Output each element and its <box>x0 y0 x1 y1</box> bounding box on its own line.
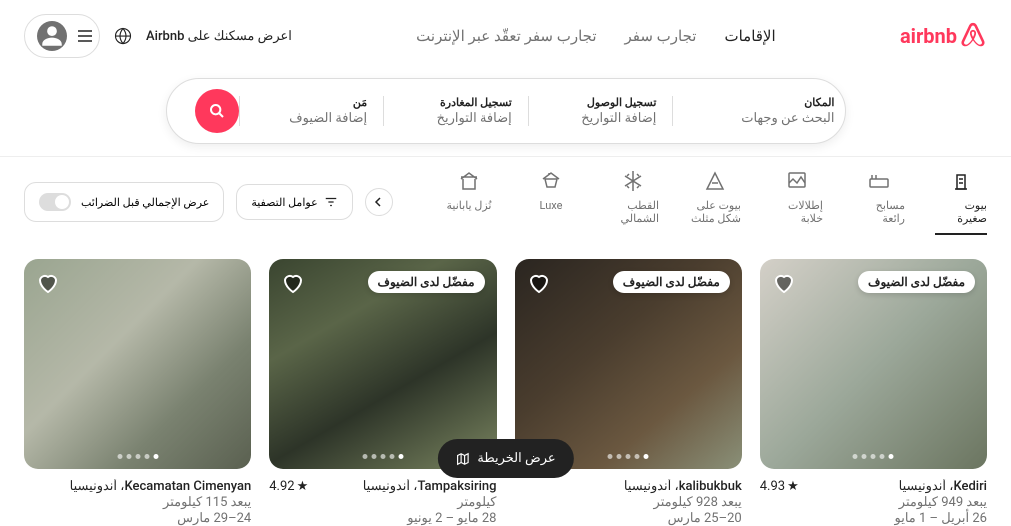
listing-card[interactable]: مفضّل لدى الضيوف kalibukbuk، أندونيسيا ي… <box>515 259 742 526</box>
listing-dates: 28 مايو – 2 يونيو <box>269 511 496 526</box>
search-icon <box>209 103 225 119</box>
cat-luxe[interactable]: Luxe <box>525 169 577 220</box>
listing-distance: يبعد 928 كيلومتر <box>515 495 742 510</box>
tab-stays[interactable]: الإقامات <box>724 27 775 45</box>
carousel-dots <box>362 454 403 459</box>
logo[interactable]: airbnb <box>900 22 987 50</box>
search-where[interactable]: المكان البحث عن وجهات <box>672 96 834 126</box>
search-checkin[interactable]: تسجيل الوصول إضافة التواريخ <box>528 96 673 126</box>
listing-image[interactable]: مفضّل لدى الضيوف <box>760 259 987 469</box>
listing-dates: 20–25 مارس <box>515 511 742 526</box>
globe-icon[interactable] <box>114 27 132 45</box>
heart-icon[interactable] <box>281 271 305 295</box>
host-link[interactable]: اعرض مسكنك على Airbnb <box>146 29 292 44</box>
tab-experiences[interactable]: تجارب سفر <box>625 27 697 45</box>
heart-icon[interactable] <box>36 271 60 295</box>
search-who[interactable]: مَن إضافة الضيوف <box>239 96 384 126</box>
search-button[interactable] <box>195 89 239 133</box>
menu-icon <box>77 28 93 44</box>
listing-card[interactable]: Kecamatan Cimenyan، أندونيسيا يبعد 115 ك… <box>24 259 251 526</box>
filters-button[interactable]: عوامل التصفية <box>236 184 352 220</box>
cat-views[interactable]: إطلالات خلابة <box>771 169 823 233</box>
listing-rating: ★ 4.92 <box>269 479 308 494</box>
cat-pools[interactable]: مسابح رائعة <box>853 169 905 233</box>
listing-image[interactable]: مفضّل لدى الضيوف <box>515 259 742 469</box>
guest-favorite-badge: مفضّل لدى الضيوف <box>858 271 975 293</box>
cat-arctic[interactable]: القطب الشمالي <box>607 169 659 233</box>
category-list: بيوت صغيرة مسابح رائعة إطلالات خلابة بيو… <box>405 169 987 235</box>
listings-grid: مفضّل لدى الضيوف Kediri، أندونيسيا ★ 4.93… <box>0 245 1011 526</box>
show-map-button[interactable]: عرض الخريطة <box>437 439 573 478</box>
listing-distance: يبعد 949 كيلومتر <box>760 495 987 510</box>
listing-image[interactable]: مفضّل لدى الضيوف <box>269 259 496 469</box>
cat-ryokan[interactable]: نُزل يابانية <box>443 169 495 220</box>
listing-card[interactable]: مفضّل لدى الضيوف Kediri، أندونيسيا ★ 4.93… <box>760 259 987 526</box>
cat-aframes[interactable]: بيوت على شكل مثلث <box>689 169 741 233</box>
listing-rating: ★ 4.93 <box>760 479 799 494</box>
listing-distance: كيلومتر <box>269 495 496 510</box>
profile-menu-button[interactable] <box>24 14 100 58</box>
carousel-dots <box>608 454 649 459</box>
heart-icon[interactable] <box>527 271 551 295</box>
carousel-dots <box>117 454 158 459</box>
nav-tabs: الإقامات تجارب سفر تجارب سفر تعقّد عبر ا… <box>416 27 776 45</box>
map-icon <box>455 452 469 466</box>
logo-text: airbnb <box>900 24 957 48</box>
guest-favorite-badge: مفضّل لدى الضيوف <box>613 271 730 293</box>
carousel-dots <box>853 454 894 459</box>
listing-title: kalibukbuk، أندونيسيا <box>624 479 742 494</box>
tab-online[interactable]: تجارب سفر تعقّد عبر الإنترنت <box>416 27 596 45</box>
cat-domes[interactable]: قباب <box>405 169 413 220</box>
listing-image[interactable] <box>24 259 251 469</box>
scroll-left-button[interactable] <box>365 188 393 216</box>
listing-dates: 24–29 مارس <box>24 511 251 526</box>
listing-title: Kecamatan Cimenyan، أندونيسيا <box>70 479 252 494</box>
search-bar[interactable]: المكان البحث عن وجهات تسجيل الوصول إضافة… <box>166 78 846 144</box>
cat-tiny-homes[interactable]: بيوت صغيرة <box>935 169 987 235</box>
listing-dates: 26 أبريل – 1 مايو <box>760 511 987 526</box>
listing-distance: يبعد 115 كيلومتر <box>24 495 251 510</box>
listing-title: Tampaksiring، أندونيسيا <box>363 479 497 494</box>
listing-card[interactable]: مفضّل لدى الضيوف Tampaksiring، أندونيسيا… <box>269 259 496 526</box>
tax-toggle[interactable]: عرض الإجمالي قبل الضرائب <box>24 182 224 222</box>
switch-icon <box>39 193 71 211</box>
chevron-left-icon <box>374 197 384 207</box>
guest-favorite-badge: مفضّل لدى الضيوف <box>368 271 485 293</box>
filter-icon <box>324 195 338 209</box>
listing-title: Kediri، أندونيسيا <box>899 479 987 494</box>
search-checkout[interactable]: تسجيل المغادرة إضافة التواريخ <box>383 96 528 126</box>
avatar <box>37 21 67 51</box>
heart-icon[interactable] <box>772 271 796 295</box>
